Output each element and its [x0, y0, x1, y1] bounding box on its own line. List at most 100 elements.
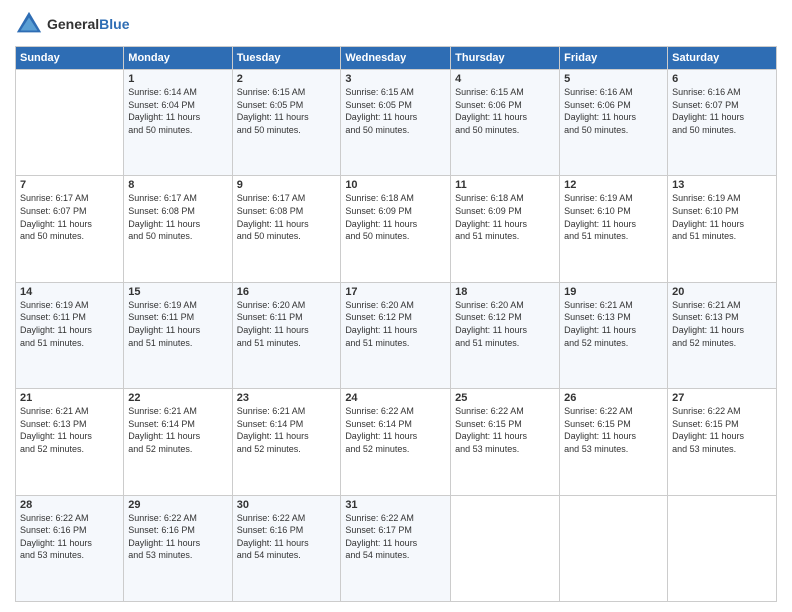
day-info: Sunrise: 6:15 AM Sunset: 6:05 PM Dayligh…	[345, 86, 446, 136]
day-cell: 30Sunrise: 6:22 AM Sunset: 6:16 PM Dayli…	[232, 495, 341, 601]
day-cell: 11Sunrise: 6:18 AM Sunset: 6:09 PM Dayli…	[451, 176, 560, 282]
week-row-1: 1Sunrise: 6:14 AM Sunset: 6:04 PM Daylig…	[16, 70, 777, 176]
day-cell: 6Sunrise: 6:16 AM Sunset: 6:07 PM Daylig…	[668, 70, 777, 176]
day-info: Sunrise: 6:19 AM Sunset: 6:11 PM Dayligh…	[128, 299, 227, 349]
header-cell-wednesday: Wednesday	[341, 47, 451, 70]
day-number: 7	[20, 179, 119, 191]
day-cell: 24Sunrise: 6:22 AM Sunset: 6:14 PM Dayli…	[341, 389, 451, 495]
day-number: 22	[128, 392, 227, 404]
logo-text: GeneralBlue	[47, 16, 129, 32]
day-info: Sunrise: 6:17 AM Sunset: 6:08 PM Dayligh…	[128, 192, 227, 242]
day-number: 26	[564, 392, 663, 404]
day-info: Sunrise: 6:22 AM Sunset: 6:17 PM Dayligh…	[345, 512, 446, 562]
day-info: Sunrise: 6:22 AM Sunset: 6:15 PM Dayligh…	[672, 405, 772, 455]
day-number: 28	[20, 499, 119, 511]
day-number: 15	[128, 286, 227, 298]
header-cell-sunday: Sunday	[16, 47, 124, 70]
day-info: Sunrise: 6:15 AM Sunset: 6:05 PM Dayligh…	[237, 86, 337, 136]
day-cell: 25Sunrise: 6:22 AM Sunset: 6:15 PM Dayli…	[451, 389, 560, 495]
day-cell: 18Sunrise: 6:20 AM Sunset: 6:12 PM Dayli…	[451, 282, 560, 388]
day-number: 11	[455, 179, 555, 191]
day-info: Sunrise: 6:18 AM Sunset: 6:09 PM Dayligh…	[455, 192, 555, 242]
day-info: Sunrise: 6:17 AM Sunset: 6:08 PM Dayligh…	[237, 192, 337, 242]
day-cell: 9Sunrise: 6:17 AM Sunset: 6:08 PM Daylig…	[232, 176, 341, 282]
header-cell-friday: Friday	[560, 47, 668, 70]
day-info: Sunrise: 6:15 AM Sunset: 6:06 PM Dayligh…	[455, 86, 555, 136]
day-number: 13	[672, 179, 772, 191]
day-cell: 1Sunrise: 6:14 AM Sunset: 6:04 PM Daylig…	[124, 70, 232, 176]
header-row: SundayMondayTuesdayWednesdayThursdayFrid…	[16, 47, 777, 70]
header-cell-thursday: Thursday	[451, 47, 560, 70]
day-cell: 5Sunrise: 6:16 AM Sunset: 6:06 PM Daylig…	[560, 70, 668, 176]
day-number: 1	[128, 73, 227, 85]
calendar-table: SundayMondayTuesdayWednesdayThursdayFrid…	[15, 46, 777, 602]
day-number: 4	[455, 73, 555, 85]
day-cell: 26Sunrise: 6:22 AM Sunset: 6:15 PM Dayli…	[560, 389, 668, 495]
day-cell: 4Sunrise: 6:15 AM Sunset: 6:06 PM Daylig…	[451, 70, 560, 176]
day-number: 29	[128, 499, 227, 511]
week-row-4: 21Sunrise: 6:21 AM Sunset: 6:13 PM Dayli…	[16, 389, 777, 495]
day-info: Sunrise: 6:21 AM Sunset: 6:13 PM Dayligh…	[672, 299, 772, 349]
day-cell: 28Sunrise: 6:22 AM Sunset: 6:16 PM Dayli…	[16, 495, 124, 601]
day-cell	[560, 495, 668, 601]
day-number: 17	[345, 286, 446, 298]
day-number: 21	[20, 392, 119, 404]
day-info: Sunrise: 6:22 AM Sunset: 6:16 PM Dayligh…	[237, 512, 337, 562]
day-cell	[16, 70, 124, 176]
day-number: 19	[564, 286, 663, 298]
day-cell: 31Sunrise: 6:22 AM Sunset: 6:17 PM Dayli…	[341, 495, 451, 601]
day-info: Sunrise: 6:20 AM Sunset: 6:12 PM Dayligh…	[455, 299, 555, 349]
day-number: 2	[237, 73, 337, 85]
day-number: 18	[455, 286, 555, 298]
week-row-3: 14Sunrise: 6:19 AM Sunset: 6:11 PM Dayli…	[16, 282, 777, 388]
day-cell	[451, 495, 560, 601]
week-row-5: 28Sunrise: 6:22 AM Sunset: 6:16 PM Dayli…	[16, 495, 777, 601]
day-cell: 16Sunrise: 6:20 AM Sunset: 6:11 PM Dayli…	[232, 282, 341, 388]
day-info: Sunrise: 6:19 AM Sunset: 6:11 PM Dayligh…	[20, 299, 119, 349]
day-cell: 17Sunrise: 6:20 AM Sunset: 6:12 PM Dayli…	[341, 282, 451, 388]
day-cell: 8Sunrise: 6:17 AM Sunset: 6:08 PM Daylig…	[124, 176, 232, 282]
day-cell: 22Sunrise: 6:21 AM Sunset: 6:14 PM Dayli…	[124, 389, 232, 495]
day-info: Sunrise: 6:22 AM Sunset: 6:15 PM Dayligh…	[455, 405, 555, 455]
day-info: Sunrise: 6:20 AM Sunset: 6:11 PM Dayligh…	[237, 299, 337, 349]
day-info: Sunrise: 6:18 AM Sunset: 6:09 PM Dayligh…	[345, 192, 446, 242]
day-info: Sunrise: 6:21 AM Sunset: 6:14 PM Dayligh…	[128, 405, 227, 455]
day-info: Sunrise: 6:19 AM Sunset: 6:10 PM Dayligh…	[672, 192, 772, 242]
day-number: 30	[237, 499, 337, 511]
day-info: Sunrise: 6:21 AM Sunset: 6:13 PM Dayligh…	[20, 405, 119, 455]
day-info: Sunrise: 6:14 AM Sunset: 6:04 PM Dayligh…	[128, 86, 227, 136]
page-header: GeneralBlue	[15, 10, 777, 38]
day-info: Sunrise: 6:16 AM Sunset: 6:07 PM Dayligh…	[672, 86, 772, 136]
day-info: Sunrise: 6:16 AM Sunset: 6:06 PM Dayligh…	[564, 86, 663, 136]
day-cell: 15Sunrise: 6:19 AM Sunset: 6:11 PM Dayli…	[124, 282, 232, 388]
logo-icon	[15, 10, 43, 38]
day-info: Sunrise: 6:19 AM Sunset: 6:10 PM Dayligh…	[564, 192, 663, 242]
day-cell: 29Sunrise: 6:22 AM Sunset: 6:16 PM Dayli…	[124, 495, 232, 601]
day-cell: 12Sunrise: 6:19 AM Sunset: 6:10 PM Dayli…	[560, 176, 668, 282]
day-number: 9	[237, 179, 337, 191]
header-cell-saturday: Saturday	[668, 47, 777, 70]
day-cell: 19Sunrise: 6:21 AM Sunset: 6:13 PM Dayli…	[560, 282, 668, 388]
day-cell: 14Sunrise: 6:19 AM Sunset: 6:11 PM Dayli…	[16, 282, 124, 388]
day-number: 25	[455, 392, 555, 404]
day-number: 16	[237, 286, 337, 298]
day-info: Sunrise: 6:17 AM Sunset: 6:07 PM Dayligh…	[20, 192, 119, 242]
day-number: 27	[672, 392, 772, 404]
day-number: 5	[564, 73, 663, 85]
day-cell: 20Sunrise: 6:21 AM Sunset: 6:13 PM Dayli…	[668, 282, 777, 388]
day-cell	[668, 495, 777, 601]
day-number: 8	[128, 179, 227, 191]
day-info: Sunrise: 6:22 AM Sunset: 6:16 PM Dayligh…	[128, 512, 227, 562]
day-cell: 10Sunrise: 6:18 AM Sunset: 6:09 PM Dayli…	[341, 176, 451, 282]
day-info: Sunrise: 6:21 AM Sunset: 6:13 PM Dayligh…	[564, 299, 663, 349]
logo: GeneralBlue	[15, 10, 129, 38]
header-cell-tuesday: Tuesday	[232, 47, 341, 70]
day-info: Sunrise: 6:21 AM Sunset: 6:14 PM Dayligh…	[237, 405, 337, 455]
day-info: Sunrise: 6:22 AM Sunset: 6:16 PM Dayligh…	[20, 512, 119, 562]
day-cell: 3Sunrise: 6:15 AM Sunset: 6:05 PM Daylig…	[341, 70, 451, 176]
day-cell: 7Sunrise: 6:17 AM Sunset: 6:07 PM Daylig…	[16, 176, 124, 282]
day-number: 3	[345, 73, 446, 85]
day-number: 12	[564, 179, 663, 191]
day-number: 6	[672, 73, 772, 85]
day-number: 31	[345, 499, 446, 511]
